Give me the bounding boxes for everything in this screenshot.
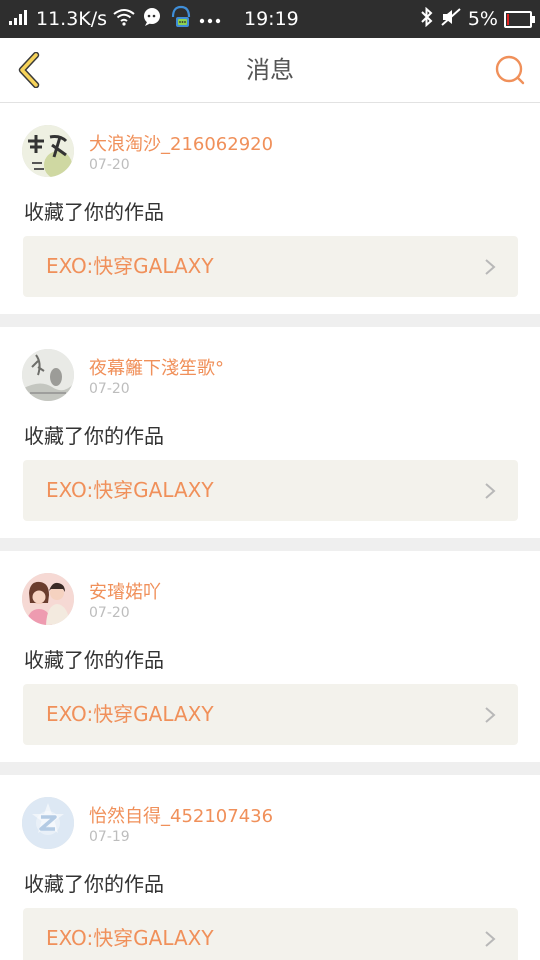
- work-title: EXO:快穿GALAXY: [46, 926, 214, 950]
- back-button[interactable]: [14, 51, 48, 89]
- avatar[interactable]: [22, 349, 74, 401]
- username[interactable]: 安璿婼吖: [89, 578, 161, 604]
- status-time: 19:19: [244, 8, 299, 30]
- chevron-right-icon: [485, 707, 496, 723]
- message-date: 07-19: [89, 829, 130, 845]
- work-title: EXO:快穿GALAXY: [46, 702, 214, 726]
- message-card: 怡然自得_452107436 07-19 收藏了你的作品 EXO:快穿GALAX…: [0, 775, 540, 960]
- wifi-icon: [113, 8, 135, 31]
- navigation-bar: 消息: [0, 38, 540, 103]
- message-bubble-icon: [141, 7, 163, 32]
- work-link[interactable]: EXO:快穿GALAXY: [23, 908, 518, 960]
- username[interactable]: 夜幕籬下淺笙歌°: [89, 354, 224, 380]
- battery-icon: [504, 10, 535, 28]
- message-action-text: 收藏了你的作品: [24, 648, 164, 672]
- bluetooth-icon: [420, 6, 434, 32]
- status-right-group: 5%: [414, 0, 535, 38]
- avatar-couple-photo-image: [22, 573, 74, 625]
- message-card: 大浪淘沙_216062920 07-20 收藏了你的作品 EXO:快穿GALAX…: [0, 103, 540, 314]
- message-date: 07-20: [89, 605, 130, 621]
- avatar-ink-painting-image: [22, 349, 74, 401]
- work-link[interactable]: EXO:快穿GALAXY: [23, 460, 518, 521]
- message-action-text: 收藏了你的作品: [24, 872, 164, 896]
- avatar-calligraphy-image: [22, 125, 74, 177]
- battery-percent: 5%: [467, 8, 498, 30]
- username[interactable]: 大浪淘沙_216062920: [89, 130, 273, 156]
- muted-volume-icon: [440, 7, 462, 32]
- status-left-group: 11.3K/s: [8, 0, 227, 38]
- more-notifications-icon: [199, 8, 221, 30]
- messages-screen: 11.3K/s 19:19 5% 消息 大浪淘沙_216062920 07-20…: [0, 0, 540, 960]
- status-bar: 11.3K/s 19:19 5%: [0, 0, 540, 38]
- headset-notification-icon: [169, 4, 193, 35]
- message-date: 07-20: [89, 157, 130, 173]
- message-card: 夜幕籬下淺笙歌° 07-20 收藏了你的作品 EXO:快穿GALAXY: [0, 327, 540, 538]
- default-avatar-icon: [22, 797, 74, 849]
- message-card: 安璿婼吖 07-20 收藏了你的作品 EXO:快穿GALAXY: [0, 551, 540, 762]
- work-title: EXO:快穿GALAXY: [46, 478, 214, 502]
- battery-level-fill: [507, 13, 509, 25]
- username[interactable]: 怡然自得_452107436: [89, 802, 273, 828]
- chevron-right-icon: [485, 259, 496, 275]
- chevron-right-icon: [485, 931, 496, 947]
- message-date: 07-20: [89, 381, 130, 397]
- signal-icon: [8, 8, 30, 30]
- chevron-right-icon: [485, 483, 496, 499]
- chevron-left-icon: [18, 51, 40, 89]
- avatar[interactable]: [22, 573, 74, 625]
- message-action-text: 收藏了你的作品: [24, 200, 164, 224]
- avatar[interactable]: [22, 797, 74, 849]
- search-icon: [495, 55, 525, 85]
- page-title: 消息: [246, 56, 294, 84]
- work-title: EXO:快穿GALAXY: [46, 254, 214, 278]
- search-button[interactable]: [494, 54, 526, 86]
- work-link[interactable]: EXO:快穿GALAXY: [23, 236, 518, 297]
- network-speed: 11.3K/s: [36, 8, 108, 30]
- avatar[interactable]: [22, 125, 74, 177]
- message-action-text: 收藏了你的作品: [24, 424, 164, 448]
- work-link[interactable]: EXO:快穿GALAXY: [23, 684, 518, 745]
